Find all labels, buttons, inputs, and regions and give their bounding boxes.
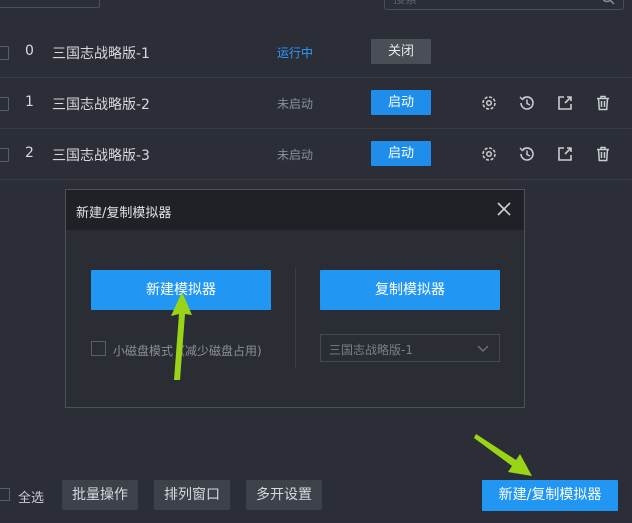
close-icon[interactable]: [496, 201, 512, 217]
search-input[interactable]: 搜索: [384, 0, 624, 10]
instance-name: 三国志战略版-3: [52, 148, 150, 164]
top-toolbar: 搜索: [0, 0, 632, 28]
instance-status: 运行中: [277, 46, 314, 60]
annotation-arrow-down: [474, 434, 532, 476]
select-all-label[interactable]: 全选: [18, 487, 44, 506]
row-checkbox[interactable]: [0, 97, 9, 111]
dialog-title: 新建/复制模拟器: [76, 206, 172, 221]
row-checkbox[interactable]: [0, 46, 9, 60]
instance-index: 2: [25, 145, 34, 161]
new-copy-emulator-button[interactable]: 新建/复制模拟器: [482, 480, 618, 511]
history-clock-icon[interactable]: [517, 144, 537, 164]
instance-name: 三国志战略版-1: [52, 46, 150, 62]
history-clock-icon[interactable]: [517, 93, 537, 113]
copy-source-select[interactable]: 三国志战略版-1: [320, 334, 500, 362]
multi-instance-settings-button[interactable]: 多开设置: [246, 480, 322, 510]
settings-gear-icon[interactable]: [479, 93, 499, 113]
search-placeholder: 搜索: [393, 0, 417, 7]
trash-icon[interactable]: [593, 144, 613, 164]
annotation-arrow-up: [171, 292, 192, 380]
group-select[interactable]: [0, 0, 100, 8]
copy-source-value: 三国志战略版-1: [329, 343, 413, 357]
instance-row-1: 1 三国志战略版-2 未启动 启动: [0, 78, 632, 129]
instance-row-2: 2 三国志战略版-3 未启动 启动: [0, 129, 632, 180]
instance-index: 0: [25, 43, 34, 59]
small-disk-checkbox[interactable]: [91, 341, 106, 356]
batch-operation-button[interactable]: 批量操作: [62, 480, 138, 510]
new-copy-emulator-dialog: 新建/复制模拟器 新建模拟器 复制模拟器 小磁盘模式（减少磁盘占用) 三国志战略…: [65, 189, 525, 408]
instance-name: 三国志战略版-2: [52, 97, 150, 113]
select-all-checkbox[interactable]: [0, 488, 10, 501]
instance-status: 未启动: [277, 148, 314, 162]
chevron-down-icon: [477, 345, 489, 352]
row-checkbox[interactable]: [0, 148, 9, 162]
arrange-windows-button[interactable]: 排列窗口: [154, 480, 230, 510]
instance-row-0: 0 三国志战略版-1 运行中 关闭: [0, 27, 632, 78]
copy-emulator-button[interactable]: 复制模拟器: [320, 270, 500, 310]
trash-icon[interactable]: [593, 93, 613, 113]
instance-index: 1: [25, 94, 34, 110]
instance-status: 未启动: [277, 97, 314, 111]
stop-button[interactable]: 关闭: [371, 39, 431, 64]
dialog-header: 新建/复制模拟器: [66, 190, 524, 230]
settings-gear-icon[interactable]: [479, 144, 499, 164]
start-button[interactable]: 启动: [371, 141, 431, 166]
start-button[interactable]: 启动: [371, 90, 431, 115]
open-external-icon[interactable]: [555, 93, 575, 113]
open-external-icon[interactable]: [555, 144, 575, 164]
dialog-divider: [295, 268, 296, 368]
search-icon[interactable]: [601, 0, 615, 5]
